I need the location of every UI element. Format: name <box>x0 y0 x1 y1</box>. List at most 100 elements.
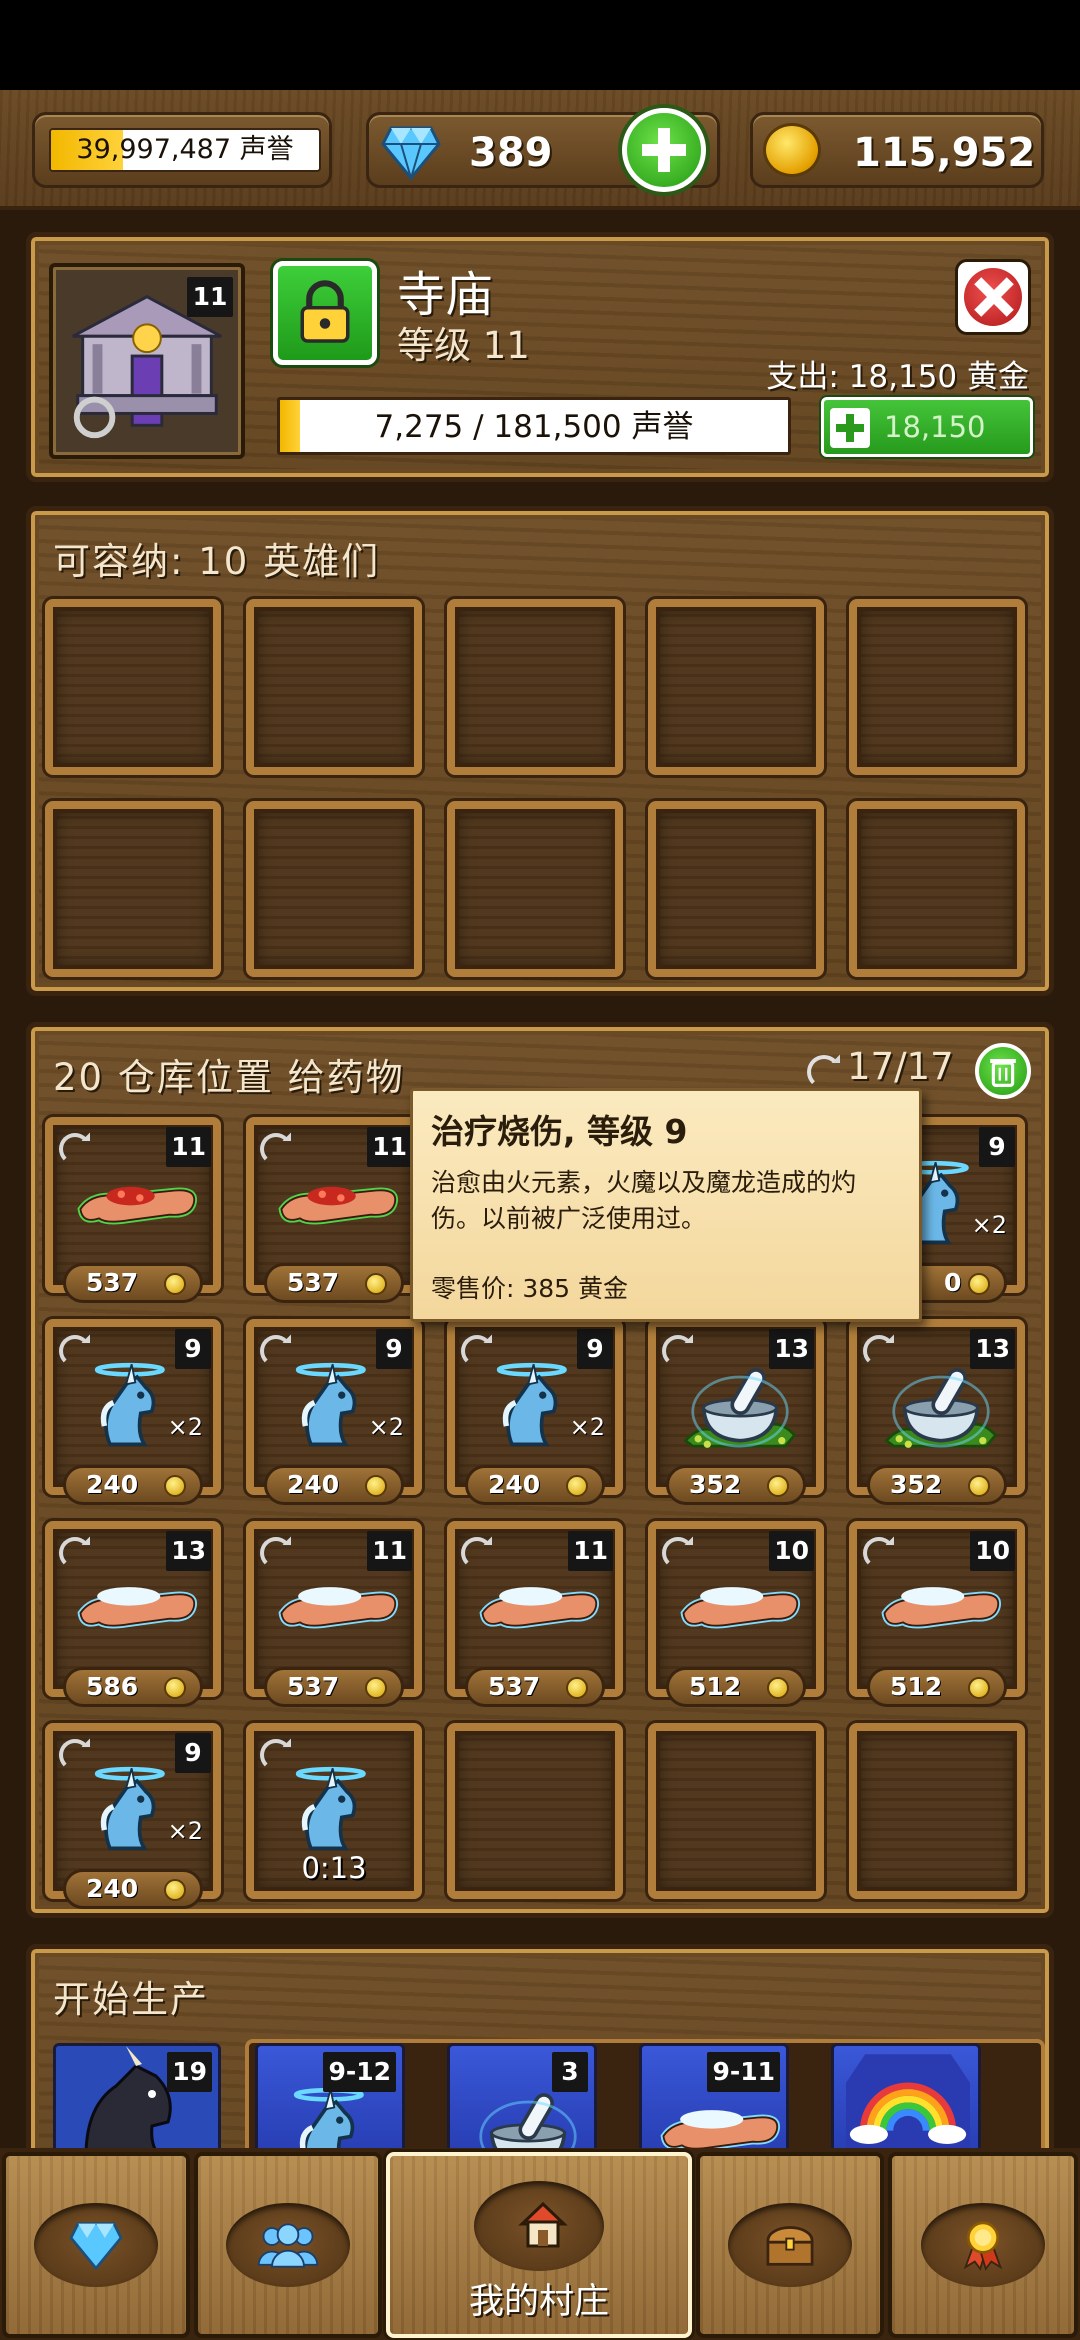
gold-coin-icon <box>566 1475 588 1497</box>
hero-slot[interactable] <box>648 801 824 977</box>
close-icon <box>964 268 1022 326</box>
building-panel: 11 寺庙 等级 11 支出: 18,150 黄金 7,275 / 181,50… <box>26 232 1054 482</box>
recipe-level-badge: 3 <box>552 2052 588 2092</box>
item-price: 537 <box>264 1263 404 1303</box>
nav-chest-button[interactable] <box>696 2152 884 2338</box>
unicorn-potion-icon <box>73 1357 203 1457</box>
nav-shop-button[interactable] <box>2 2152 190 2338</box>
upgrade-button[interactable]: 18,150 <box>821 397 1033 457</box>
trash-button[interactable] <box>975 1043 1031 1099</box>
gold-coin-icon <box>763 123 821 177</box>
close-button[interactable] <box>955 259 1031 335</box>
storage-slot[interactable] <box>849 1723 1025 1899</box>
trash-icon <box>990 1059 1016 1087</box>
item-level-badge: 9 <box>979 1127 1015 1167</box>
gold-coin-icon <box>566 1677 588 1699</box>
nav-heroes-button[interactable] <box>194 2152 382 2338</box>
lock-button[interactable] <box>273 261 377 365</box>
nav-achievements-button[interactable] <box>888 2152 1078 2338</box>
hero-slot[interactable] <box>849 801 1025 977</box>
bottom-nav: 我的村庄 <box>0 2148 1080 2340</box>
item-tooltip: 治疗烧伤, 等级 9 治愈由火元素，火魔以及魔龙造成的灼伤。以前被广泛使用过。 … <box>410 1088 922 1322</box>
status-bar-area <box>0 0 1080 90</box>
storage-slot[interactable]: 0:13 <box>246 1723 422 1899</box>
storage-slot[interactable]: 11 537 <box>45 1117 221 1303</box>
item-level-badge: 10 <box>769 1531 814 1571</box>
unicorn-potion-icon <box>274 1357 404 1457</box>
gold-coin-icon <box>164 1677 186 1699</box>
recipe-level-badge: 9-11 <box>707 2052 780 2092</box>
storage-slot[interactable] <box>648 1723 824 1899</box>
storage-slot[interactable]: 13 586 <box>45 1521 221 1707</box>
building-level: 等级 11 <box>397 324 530 367</box>
gems-count: 389 <box>469 130 553 176</box>
recipe-level-badge: 9-12 <box>323 2052 396 2092</box>
item-level-badge: 11 <box>367 1127 412 1167</box>
item-level-badge: 11 <box>568 1531 613 1571</box>
item-level-badge: 10 <box>970 1531 1015 1571</box>
item-quantity: ×2 <box>368 1413 404 1441</box>
gold-count: 115,952 <box>853 130 1036 176</box>
hero-slot[interactable] <box>447 599 623 775</box>
heal-arm-icon <box>73 1559 203 1659</box>
gold-coin-icon <box>164 1879 186 1901</box>
item-price-value: 240 <box>86 1874 139 1903</box>
hero-slot[interactable] <box>45 801 221 977</box>
resource-bar: 39,997,487 声誉 389 115,952 <box>0 90 1080 210</box>
heroes-capacity-title: 可容纳: 10 英雄们 <box>53 540 381 583</box>
heal-arm-icon <box>475 1559 605 1659</box>
item-quantity: ×2 <box>167 1413 203 1441</box>
recipe-level-badge: 19 <box>167 2052 212 2092</box>
item-price-value: 240 <box>86 1470 139 1499</box>
heal-arm-icon <box>274 1559 404 1659</box>
storage-slot[interactable]: 9 ×2 240 <box>45 1319 221 1505</box>
item-price: 352 <box>867 1465 1007 1505</box>
storage-slot[interactable]: 11 537 <box>246 1521 422 1707</box>
reputation-pill: 39,997,487 声誉 <box>32 112 332 188</box>
item-timer: 0:13 <box>301 1851 367 1885</box>
item-price-value: 352 <box>890 1470 943 1499</box>
storage-slot[interactable]: 9 ×2 240 <box>246 1319 422 1505</box>
storage-slot[interactable]: 9 ×2 240 <box>447 1319 623 1505</box>
hero-slot[interactable] <box>246 801 422 977</box>
upgrade-button-label: 18,150 <box>884 410 986 444</box>
burn-remedy-icon <box>73 1155 203 1255</box>
item-level-badge: 11 <box>367 1531 412 1571</box>
plus-icon <box>830 408 870 448</box>
storage-slot[interactable]: 13 352 <box>648 1319 824 1505</box>
add-gems-button[interactable] <box>622 108 706 192</box>
item-level-badge: 13 <box>166 1531 211 1571</box>
hero-slot[interactable] <box>45 599 221 775</box>
storage-slot[interactable]: 10 512 <box>849 1521 1025 1707</box>
heal-arm-icon <box>676 1559 806 1659</box>
reputation-value: 39,997,487 声誉 <box>76 134 294 165</box>
hero-slot[interactable] <box>648 599 824 775</box>
building-portrait: 11 <box>49 263 245 459</box>
nav-village-button[interactable]: 我的村庄 <box>386 2152 692 2338</box>
hero-slot[interactable] <box>246 599 422 775</box>
storage-slot[interactable] <box>447 1723 623 1899</box>
storage-title: 20 仓库位置 给药物 <box>53 1056 405 1099</box>
item-price: 537 <box>465 1667 605 1707</box>
hero-slot[interactable] <box>447 801 623 977</box>
storage-slot[interactable]: 11 537 <box>246 1117 422 1303</box>
item-price: 240 <box>63 1869 203 1909</box>
gold-coin-icon <box>164 1273 186 1295</box>
item-price-value: 240 <box>287 1470 340 1499</box>
item-price: 512 <box>666 1667 806 1707</box>
gold-coin-icon <box>164 1475 186 1497</box>
item-price-value: 537 <box>287 1672 340 1701</box>
storage-slot[interactable]: 10 512 <box>648 1521 824 1707</box>
storage-slot[interactable]: 13 352 <box>849 1319 1025 1505</box>
storage-slot[interactable]: 11 537 <box>447 1521 623 1707</box>
item-level-badge: 9 <box>175 1329 211 1369</box>
storage-count: 17/17 <box>847 1045 954 1088</box>
diamond-icon <box>69 2222 123 2270</box>
gold-coin-icon <box>968 1475 990 1497</box>
hero-slot[interactable] <box>849 599 1025 775</box>
item-price-value: 586 <box>86 1672 139 1701</box>
heal-arm-icon <box>877 1559 1007 1659</box>
item-level-badge: 11 <box>166 1127 211 1167</box>
storage-slot[interactable]: 9 ×2 240 <box>45 1723 221 1909</box>
unicorn-potion-icon <box>475 1357 605 1457</box>
